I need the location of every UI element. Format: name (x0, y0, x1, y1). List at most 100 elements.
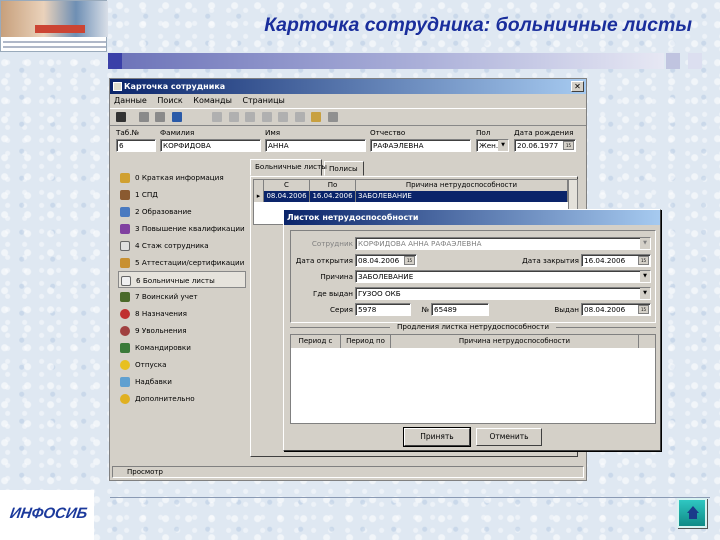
additional-icon (120, 394, 130, 404)
issued-date-label: Выдан (554, 305, 579, 314)
calendar-icon[interactable]: 15 (404, 256, 415, 265)
firstname-field[interactable]: АННА (265, 139, 366, 152)
patronymic-field[interactable]: РАФАЭЛЕВНА (370, 139, 471, 152)
travel-icon (120, 343, 130, 353)
series-field[interactable]: 5978 (355, 303, 411, 316)
nav-item-additional[interactable]: Дополнительно (118, 390, 246, 407)
section-nav: 0 Краткая информация 1 СПД 2 Образование… (118, 169, 246, 407)
issued-date-field[interactable]: 08.04.2006 15 (581, 303, 651, 316)
sun-icon (120, 360, 130, 370)
status-text: Просмотр (127, 468, 163, 476)
qualification-icon (120, 224, 130, 234)
save-icon[interactable] (171, 112, 182, 122)
extensions-title: Продления листка нетрудоспособности (397, 322, 549, 331)
window-title: Карточка сотрудника (124, 82, 226, 91)
nav-item-qualification[interactable]: 3 Повышение квалификации (118, 220, 246, 237)
table-cell: 16.04.2006 (310, 191, 356, 202)
accept-button[interactable]: Принять (403, 427, 471, 447)
issued-date-value: 08.04.2006 (584, 305, 626, 314)
cancel-icon[interactable] (294, 112, 305, 122)
table-row[interactable]: ▸ 08.04.2006 16.04.2006 ЗАБОЛЕВАНИЕ (254, 191, 568, 202)
document-icon (121, 276, 131, 286)
close-date-label: Дата закрытия (522, 256, 579, 265)
patronymic-label: Отчество (370, 128, 406, 137)
number-field[interactable]: 65489 (431, 303, 489, 316)
nav-item-education[interactable]: 2 Образование (118, 203, 246, 220)
tab-sick-leave[interactable]: Больничные листы (250, 159, 327, 176)
filter-icon[interactable] (138, 112, 149, 122)
add-icon[interactable] (245, 112, 256, 122)
delete-icon[interactable] (261, 112, 272, 122)
print-icon[interactable] (328, 112, 339, 122)
nav-label: Командировки (135, 343, 191, 352)
lastname-field[interactable]: КОРФИДОВА (160, 139, 261, 152)
menu-pages[interactable]: Страницы (242, 96, 284, 105)
column-header[interactable]: Период по (341, 335, 391, 348)
nav-item-spd[interactable]: 1 СПД (118, 186, 246, 203)
footer-logo: ИНФОСИБ (0, 490, 94, 540)
calendar-icon[interactable]: 15 (563, 141, 574, 150)
nav-item-vacations[interactable]: Отпуска (118, 356, 246, 373)
tab-number-field[interactable]: 6 (116, 139, 156, 152)
series-label: Серия (330, 305, 353, 314)
nav-item-military[interactable]: 7 Воинский учет (118, 288, 246, 305)
nav-item-trips[interactable]: Командировки (118, 339, 246, 356)
tab-policies[interactable]: Полисы (324, 161, 364, 176)
column-header[interactable]: С (264, 180, 310, 191)
sort-icon[interactable] (155, 112, 166, 122)
firstname-label: Имя (265, 128, 281, 137)
calendar-icon[interactable] (311, 112, 322, 122)
menu-data[interactable]: Данные (114, 96, 147, 105)
app-icon (113, 82, 122, 91)
column-header[interactable]: Причина нетрудоспособности (356, 180, 568, 191)
nav-item-brief[interactable]: 0 Краткая информация (118, 169, 246, 186)
nav-item-dismissals[interactable]: 9 Увольнения (118, 322, 246, 339)
info-icon (120, 173, 130, 183)
extensions-table: Период с Период по Причина нетрудоспособ… (290, 334, 656, 424)
close-icon[interactable]: ✕ (571, 81, 584, 92)
reason-label: Причина (320, 272, 353, 281)
column-header[interactable]: По (310, 180, 356, 191)
nav-item-sick-leave[interactable]: 6 Больничные листы (118, 271, 246, 288)
close-date-field[interactable]: 16.04.2006 15 (581, 254, 651, 267)
reason-select[interactable]: ЗАБОЛЕВАНИЕ (355, 270, 651, 283)
column-header[interactable]: Период с (291, 335, 341, 348)
check-icon[interactable] (278, 112, 289, 122)
open-date-field[interactable]: 08.04.2006 15 (355, 254, 417, 267)
nav-label: 9 Увольнения (135, 326, 187, 335)
logo-text-line (3, 46, 106, 48)
menu-search[interactable]: Поиск (157, 96, 182, 105)
nav-label: 2 Образование (135, 207, 192, 216)
birthdate-field[interactable]: 20.06.1977 15 (514, 139, 576, 152)
footer-logo-text: ИНФОСИБ (8, 505, 89, 522)
nav-item-attestation[interactable]: 5 Аттестации/сертификации (118, 254, 246, 271)
table-header: Период с Период по Причина нетрудоспособ… (291, 335, 655, 348)
calendar-icon[interactable]: 15 (638, 305, 649, 314)
calendar-icon[interactable]: 15 (638, 256, 649, 265)
number-label: № (421, 305, 429, 314)
title-bar-square (108, 53, 122, 69)
cancel-button[interactable]: Отменить (476, 428, 542, 446)
employee-select[interactable]: КОРФИДОВА АННА РАФАЭЛЕВНА (355, 237, 651, 250)
menu-commands[interactable]: Команды (193, 96, 232, 105)
dismissal-icon (120, 326, 130, 336)
status-bar: Просмотр (112, 466, 584, 478)
issued-by-label: Где выдан (312, 289, 353, 298)
nav-item-experience[interactable]: 4 Стаж сотрудника (118, 237, 246, 254)
exit-icon[interactable] (116, 112, 126, 122)
birthdate-label: Дата рождения (514, 128, 574, 137)
gender-select[interactable]: Жен. (476, 139, 509, 152)
arrow-up-icon[interactable] (228, 112, 239, 122)
nav-item-appointments[interactable]: 8 Назначения (118, 305, 246, 322)
issued-by-select[interactable]: ГУЗОО ОКБ (355, 287, 651, 300)
arrow-down-icon[interactable] (212, 112, 223, 122)
nav-label: Надбавки (135, 377, 172, 386)
toolbar (110, 108, 586, 126)
column-header[interactable]: Причина нетрудоспособности (391, 335, 639, 348)
nav-item-bonuses[interactable]: Надбавки (118, 373, 246, 390)
home-icon[interactable] (677, 498, 707, 528)
nav-label: 7 Воинский учет (135, 292, 198, 301)
menu-bar: Данные Поиск Команды Страницы (110, 94, 586, 108)
row-indicator-header (254, 180, 264, 191)
nav-label: 1 СПД (135, 190, 158, 199)
